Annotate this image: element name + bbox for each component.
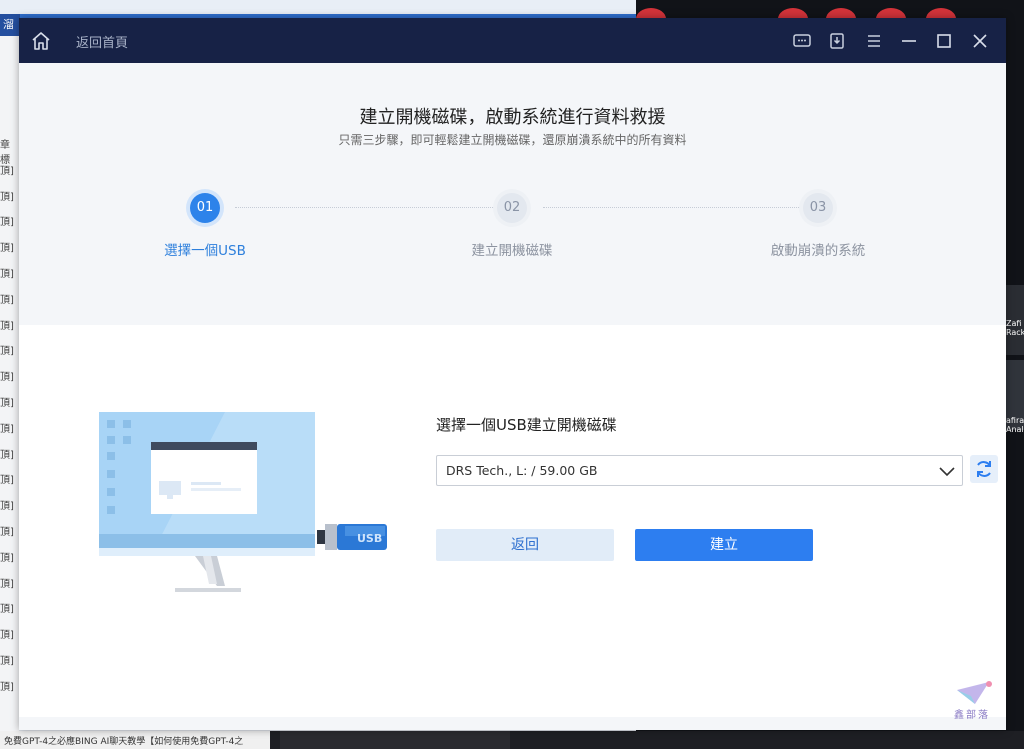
background-window-top xyxy=(0,0,640,14)
step-1-label: 選擇一個USB xyxy=(164,243,246,259)
refresh-icon xyxy=(977,461,991,477)
step-connector xyxy=(235,207,497,208)
background-panel xyxy=(280,731,510,749)
refresh-button[interactable] xyxy=(970,455,998,483)
usb-select-title: 選擇一個USB建立開機磁碟 xyxy=(436,416,617,434)
minimize-button[interactable] xyxy=(897,29,921,53)
chevron-down-icon xyxy=(939,467,955,477)
page-title: 建立開機磁碟，啟動系統進行資料救援 xyxy=(359,107,666,128)
create-button[interactable]: 建立 xyxy=(635,529,813,561)
back-button[interactable]: 返回 xyxy=(436,529,614,561)
background-thumbnail: afira Anal xyxy=(1006,360,1024,434)
usb-drive-dropdown[interactable]: DRS Tech., L: / 59.00 GB xyxy=(436,455,963,486)
background-list-row: 頂] xyxy=(0,475,14,487)
usb-label: USB xyxy=(357,532,382,545)
background-list-row: 頂] xyxy=(0,527,14,538)
step-2-label: 建立開機磁碟 xyxy=(471,243,553,259)
minimize-icon xyxy=(902,40,916,42)
step-1-number: 01 xyxy=(190,193,220,223)
background-article-link: 免費GPT-4之必應BING AI聊天教學【如何使用免費GPT-4之 xyxy=(0,731,270,749)
background-list-row: 頂] xyxy=(0,501,14,513)
wizard-footer xyxy=(19,717,1006,730)
menu-button[interactable] xyxy=(862,29,886,53)
computer-usb-illustration: USB xyxy=(99,412,387,592)
home-icon xyxy=(32,32,50,50)
background-list-row: 頂] xyxy=(0,552,14,564)
background-list-row: 頂] xyxy=(0,656,14,667)
background-thumbnail-text: Zafi Rack xyxy=(1006,319,1024,337)
title-bar: 返回首頁 xyxy=(19,18,1006,63)
close-button[interactable] xyxy=(968,29,992,53)
background-list-row: 頂] xyxy=(0,165,14,177)
download-button[interactable] xyxy=(825,29,849,53)
wizard-header: 建立開機磁碟，啟動系統進行資料救援 只需三步驟，即可輕鬆建立開機磁碟，還原崩潰系… xyxy=(19,63,1006,325)
background-list-row: 頂] xyxy=(0,372,14,384)
background-list-row: 頂] xyxy=(0,217,14,229)
usb-drive-selected-value: DRS Tech., L: / 59.00 GB xyxy=(446,463,598,478)
feedback-icon xyxy=(793,34,811,47)
background-list-row: 頂] xyxy=(0,243,14,255)
background-tab-text: 溜 xyxy=(3,18,14,31)
background-list-row: 頂] xyxy=(0,604,14,616)
background-list-row: 頂] xyxy=(0,398,14,409)
download-icon xyxy=(830,33,844,49)
feedback-button[interactable] xyxy=(790,29,814,53)
maximize-button[interactable] xyxy=(932,29,956,53)
home-button[interactable] xyxy=(29,29,53,53)
background-list-row: 頂] xyxy=(0,346,14,358)
page-subtitle: 只需三步驟，即可輕鬆建立開機磁碟，還原崩潰系統中的所有資料 xyxy=(338,133,687,147)
step-2-number: 02 xyxy=(497,193,527,223)
background-list-row: 頂] xyxy=(0,320,14,332)
close-icon xyxy=(973,34,987,48)
background-list-row: 頂] xyxy=(0,630,14,642)
background-list-row: 頂] xyxy=(0,449,14,461)
background-list-row: 頂] xyxy=(0,578,14,590)
background-left-list: 章標 頂] 頂] 頂] 頂] 頂] 頂] 頂] 頂] 頂] 頂] 頂] 頂] 頂] 頂] 頂] 頂] 頂] 頂] 頂]… xyxy=(0,36,19,749)
background-tab: 溜 xyxy=(0,14,20,36)
step-connector xyxy=(543,207,803,208)
step-3-number: 03 xyxy=(803,193,833,223)
maximize-icon xyxy=(937,34,951,48)
watermark-text: 鑫部落 xyxy=(954,710,990,721)
background-list-row: 頂] xyxy=(0,191,14,203)
background-list-row: 頂] xyxy=(0,294,14,306)
background-thumbnail-text: afira Anal xyxy=(1006,416,1024,434)
step-3-label: 啟動崩潰的系統 xyxy=(770,243,866,259)
background-thumbnail: Zafi Rack xyxy=(1006,285,1024,355)
menu-icon xyxy=(868,35,880,47)
back-to-home-link[interactable]: 返回首頁 xyxy=(76,32,128,51)
background-list-row: 頂] xyxy=(0,423,14,435)
background-list-row: 頂] xyxy=(0,681,14,693)
app-window: 返回首頁 建立開機磁碟，啟動系統進行資料救援 只需三步驟，即可輕鬆建立開機磁碟，… xyxy=(19,18,1006,730)
background-list-row: 頂] xyxy=(0,269,14,280)
